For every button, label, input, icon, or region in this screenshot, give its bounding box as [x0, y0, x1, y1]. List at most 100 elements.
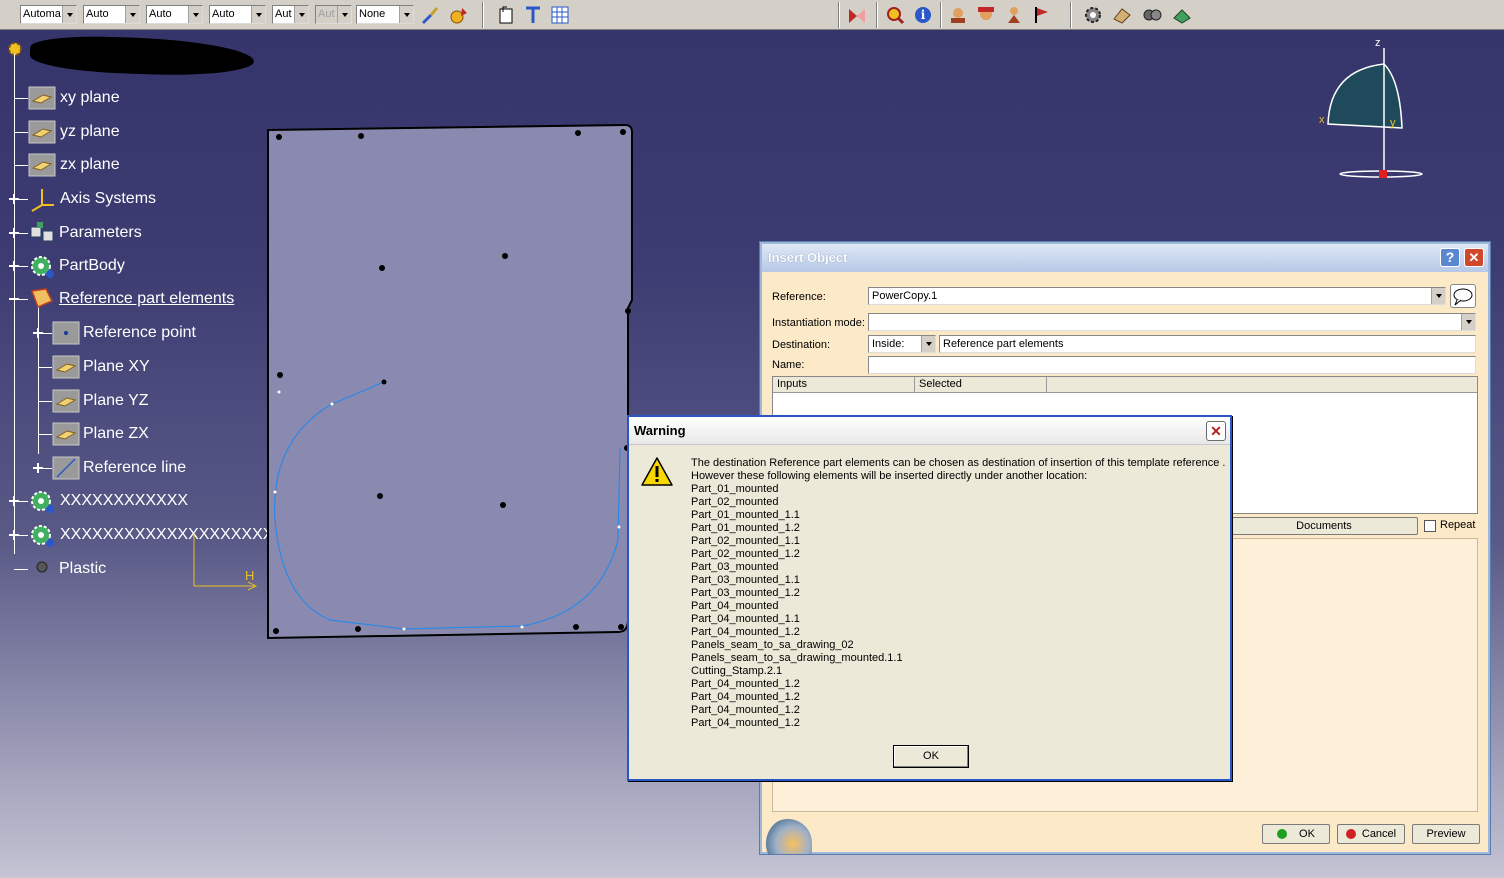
gear-icon[interactable]	[28, 521, 56, 549]
tree-connector	[38, 367, 52, 368]
tree-node-label[interactable]: Parameters	[59, 223, 142, 243]
chevron-down-icon[interactable]	[125, 6, 139, 23]
expand-icon[interactable]	[8, 495, 20, 507]
expand-icon[interactable]	[32, 327, 44, 339]
tree-node-label[interactable]: Plastic	[59, 559, 106, 579]
chevron-down-icon[interactable]	[337, 6, 351, 23]
plane-icon[interactable]	[28, 118, 56, 146]
tree-node-label[interactable]: PartBody	[59, 256, 125, 276]
toolbar-combo[interactable]: Aut	[315, 5, 352, 24]
speech-bubble-icon[interactable]	[1450, 284, 1476, 308]
plane-icon[interactable]	[52, 420, 80, 448]
toolbar-combo[interactable]: None	[356, 5, 414, 24]
cancel-button[interactable]: Cancel	[1337, 824, 1405, 844]
geometrical-set-icon[interactable]	[28, 285, 56, 313]
chevron-down-icon[interactable]	[251, 6, 265, 23]
tree-node-label[interactable]: Plane XY	[83, 357, 150, 377]
help-button[interactable]: ?	[1440, 248, 1460, 267]
toolbar-combo[interactable]: Auto	[146, 5, 203, 24]
tree-node-label[interactable]: Plane YZ	[83, 391, 149, 411]
toolbar-combo[interactable]: Auto	[209, 5, 266, 24]
chevron-down-icon[interactable]	[921, 336, 935, 352]
chevron-down-icon[interactable]	[188, 6, 202, 23]
table-icon[interactable]	[549, 4, 571, 26]
tree-node-label[interactable]: zx plane	[60, 155, 120, 175]
documents-button[interactable]: Documents	[1230, 517, 1418, 535]
sketch-h-axis-label: H	[245, 568, 255, 583]
destination-mode-combo[interactable]: Inside:	[868, 335, 936, 353]
close-button[interactable]: ✕	[1464, 248, 1484, 267]
warning-close-button[interactable]: ✕	[1206, 421, 1226, 441]
expand-icon[interactable]	[8, 193, 20, 205]
tree-node-label[interactable]: Axis Systems	[60, 189, 156, 209]
warning-message: The destination Reference part elements …	[691, 457, 1225, 730]
warning-element-item: Cutting_Stamp.2.1	[691, 665, 783, 677]
tree-node-label[interactable]: Plane ZX	[83, 424, 149, 444]
selected-column-header[interactable]: Selected	[915, 377, 1047, 393]
knowledge-icon[interactable]	[975, 4, 997, 26]
plane-icon[interactable]	[28, 84, 56, 112]
plane-icon[interactable]	[52, 387, 80, 415]
material-icon[interactable]	[28, 555, 56, 583]
toolbar-combo[interactable]: Aut	[272, 5, 309, 24]
gear-icon[interactable]	[28, 487, 56, 515]
chevron-down-icon[interactable]	[1431, 288, 1445, 304]
root-part-icon[interactable]	[6, 40, 24, 58]
axis-system-icon[interactable]	[28, 185, 56, 213]
compass[interactable]	[1326, 40, 1426, 182]
expand-icon[interactable]	[8, 529, 20, 541]
expand-icon[interactable]	[8, 227, 20, 239]
toolbar-combo[interactable]: Automa	[20, 5, 77, 24]
destination-field[interactable]: Reference part elements	[939, 335, 1476, 353]
info-icon[interactable]: i	[912, 4, 934, 26]
preview-button[interactable]: Preview	[1412, 824, 1480, 844]
tree-node-label[interactable]: yz plane	[60, 122, 120, 142]
paint-brush-icon[interactable]	[418, 4, 440, 26]
ok-button[interactable]: OK	[1262, 824, 1330, 844]
chevron-down-icon[interactable]	[294, 6, 308, 23]
inputs-column-header[interactable]: Inputs	[773, 377, 915, 393]
expand-icon[interactable]	[32, 462, 44, 474]
publish-icon[interactable]	[1171, 4, 1193, 26]
parameters-icon[interactable]	[28, 219, 56, 247]
plane-icon[interactable]	[52, 353, 80, 381]
toolbar-separator	[876, 2, 878, 28]
warning-element-item: Part_04_mounted	[691, 600, 779, 612]
tree-node-label[interactable]: Reference line	[83, 458, 186, 478]
gears-icon[interactable]	[1141, 4, 1163, 26]
flag-icon[interactable]	[1031, 4, 1053, 26]
repeat-label: Repeat	[1440, 519, 1476, 531]
assembly-icon[interactable]	[1111, 4, 1133, 26]
tree-node-label[interactable]: Reference part elements	[59, 289, 234, 309]
line-icon[interactable]	[52, 454, 80, 482]
plane-icon[interactable]	[28, 151, 56, 179]
user-feature-icon[interactable]	[1003, 4, 1025, 26]
view-tool-icon[interactable]	[846, 4, 868, 26]
chevron-down-icon[interactable]	[1461, 314, 1475, 330]
collapse-icon[interactable]	[8, 293, 20, 305]
tree-node-label[interactable]: Reference point	[83, 323, 196, 343]
warning-element-item: Panels_seam_to_sa_drawing_02	[691, 639, 854, 651]
tree-node-label[interactable]: xy plane	[60, 88, 120, 108]
reference-combo[interactable]: PowerCopy.1	[868, 287, 1446, 305]
new-document-icon[interactable]	[495, 4, 517, 26]
text-tool-icon[interactable]	[522, 4, 544, 26]
name-input[interactable]	[868, 356, 1476, 374]
toolbar-combo[interactable]: Auto	[83, 5, 140, 24]
tree-node-label[interactable]: XXXXXXXXXXXX	[60, 491, 188, 511]
catalog-icon[interactable]	[947, 4, 969, 26]
tree-node-label[interactable]: XXXXXXXXXXXXXXXXXXXXX	[60, 525, 284, 545]
apply-material-icon[interactable]	[448, 4, 470, 26]
gear-icon[interactable]	[28, 252, 56, 280]
warning-element-item: Part_04_mounted_1.2	[691, 704, 800, 716]
warning-ok-button[interactable]: OK	[893, 745, 969, 768]
expand-icon[interactable]	[8, 260, 20, 272]
chevron-down-icon[interactable]	[62, 6, 76, 23]
toolbar-separator	[838, 2, 840, 28]
instantiation-mode-combo[interactable]	[868, 313, 1476, 331]
chevron-down-icon[interactable]	[399, 6, 413, 23]
search-icon[interactable]	[884, 4, 906, 26]
point-icon[interactable]	[52, 319, 80, 347]
gear-icon[interactable]	[1082, 4, 1104, 26]
repeat-checkbox[interactable]	[1424, 520, 1436, 532]
